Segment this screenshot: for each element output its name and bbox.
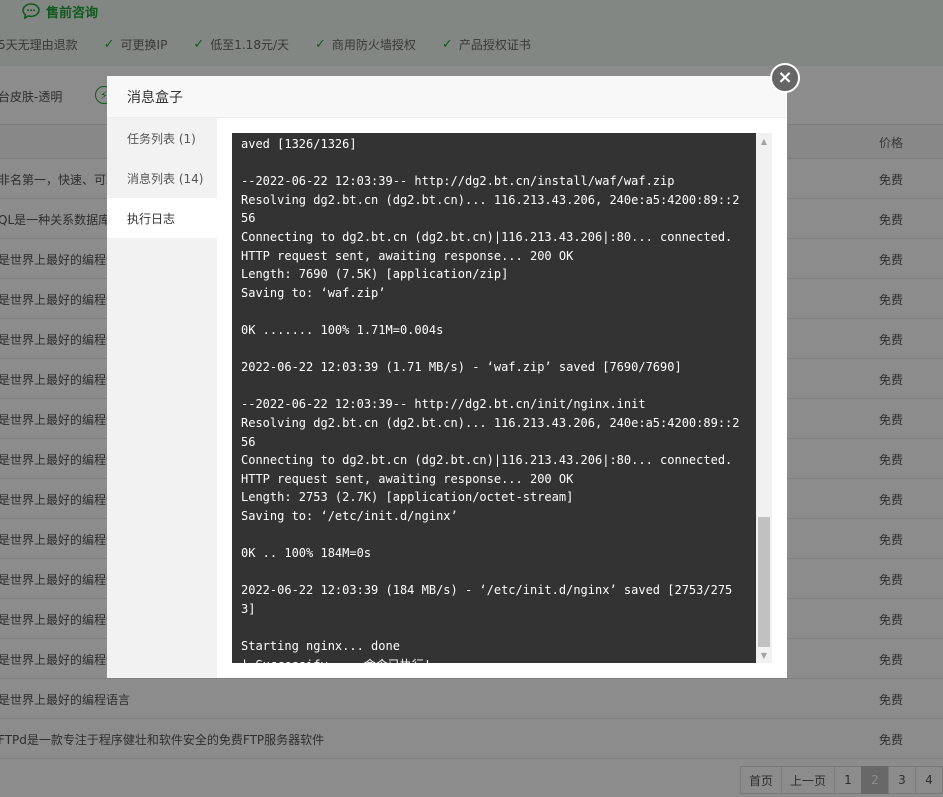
scroll-down-icon[interactable]: ▼	[756, 648, 772, 662]
scrollbar-thumb[interactable]	[758, 517, 770, 647]
log-scrollbar[interactable]: ▲ ▼	[756, 133, 772, 663]
modal-header: 消息盒子	[107, 76, 787, 118]
scroll-up-icon[interactable]: ▲	[756, 134, 772, 148]
close-glyph: ×	[777, 67, 793, 88]
modal-title: 消息盒子	[127, 89, 183, 106]
tab-message-list[interactable]: 消息列表 (14)	[107, 158, 217, 198]
tab-execution-log[interactable]: 执行日志	[107, 198, 217, 238]
execution-log-text[interactable]: aved [1326/1326] --2022-06-22 12:03:39--…	[232, 133, 755, 663]
log-panel: aved [1326/1326] --2022-06-22 12:03:39--…	[232, 133, 772, 663]
modal-sidebar: 任务列表 (1) 消息列表 (14) 执行日志	[107, 118, 217, 678]
tab-task-list[interactable]: 任务列表 (1)	[107, 118, 217, 158]
message-box-modal: 消息盒子 任务列表 (1) 消息列表 (14) 执行日志 aved [1326/…	[107, 76, 787, 678]
close-icon[interactable]: ×	[770, 63, 800, 93]
